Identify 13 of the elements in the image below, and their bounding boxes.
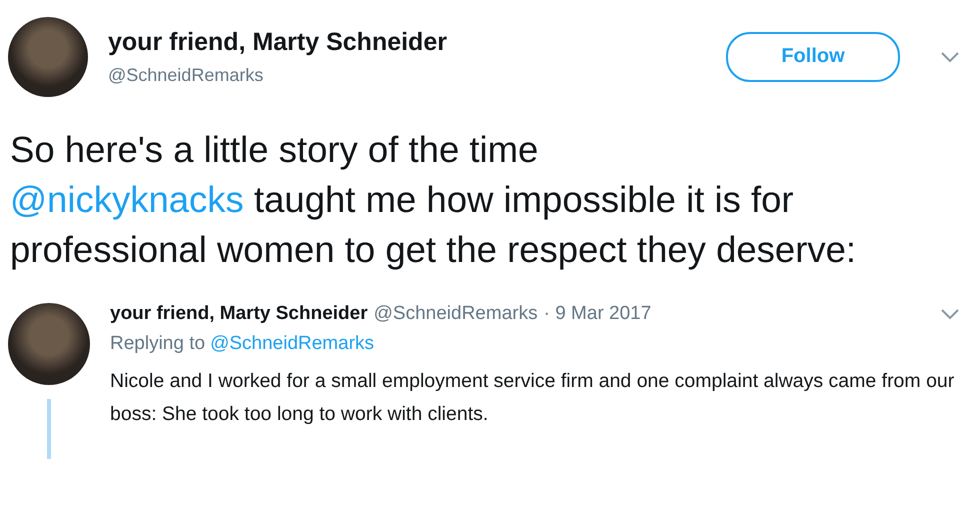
mention-link[interactable]: @SchneidRemarks <box>210 333 374 355</box>
caret-icon[interactable] <box>940 308 960 320</box>
tweet-text: So here's a little story of the time @nickyknacks taught me how impossible it is for professional women to get the respect they deserve: <box>10 128 858 272</box>
user-name: your friend, Marty Schneider <box>110 303 368 325</box>
user-name: your friend, Marty Schneider <box>108 28 448 56</box>
mention-link[interactable]: @nickyknacks <box>10 179 244 220</box>
user-handle: @SchneidRemarks <box>108 64 264 86</box>
user-handle: @SchneidRemarks <box>374 303 538 325</box>
replying-label: Replying to <box>110 333 206 355</box>
follow-button[interactable]: Follow <box>726 32 900 82</box>
tweet-date: · 9 Mar 2017 <box>544 303 652 325</box>
caret-icon[interactable] <box>940 50 960 62</box>
reply-text: Nicole and I worked for a small employment service firm and one complaint always came from our boss: She took too long to work with clients. <box>110 369 956 427</box>
